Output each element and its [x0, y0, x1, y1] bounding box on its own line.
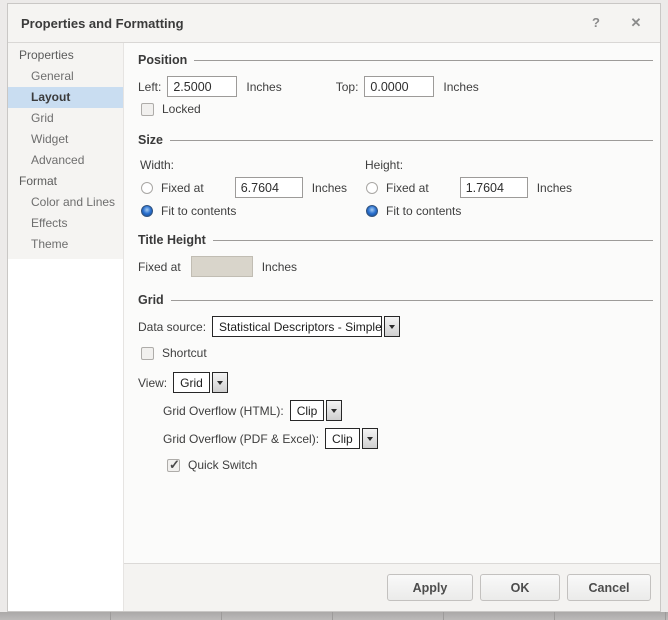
section-divider-line: [171, 300, 653, 301]
sidebar-item-layout[interactable]: Layout: [8, 87, 123, 108]
data-source-value: Statistical Descriptors - Simple: [212, 316, 382, 337]
height-fixed-input[interactable]: [460, 177, 528, 198]
titlebar-actions: ? ✕: [588, 15, 660, 31]
sidebar-item-effects[interactable]: Effects: [8, 213, 123, 234]
sidebar-item-general[interactable]: General: [8, 66, 123, 87]
width-fit-to-contents-radio[interactable]: [141, 205, 153, 217]
height-label: Height:: [365, 158, 572, 172]
left-unit-label: Inches: [246, 80, 281, 94]
sidebar-item-widget[interactable]: Widget: [8, 129, 123, 150]
left-label: Left:: [138, 80, 161, 94]
size-section-header: Size: [138, 133, 653, 147]
section-divider-line: [194, 60, 653, 61]
title-height-section-header: Title Height: [138, 233, 653, 247]
width-fit-to-contents-label: Fit to contents: [161, 204, 236, 218]
title-height-unit-label: Inches: [262, 260, 297, 274]
title-height-fixed-label: Fixed at: [138, 260, 181, 274]
dropdown-arrow-button[interactable]: [362, 428, 378, 449]
sidebar-item-grid[interactable]: Grid: [8, 108, 123, 129]
top-label: Top:: [336, 80, 359, 94]
locked-checkbox[interactable]: [141, 103, 154, 116]
width-fixed-input[interactable]: [235, 177, 303, 198]
dropdown-arrow-button[interactable]: [212, 372, 228, 393]
sidebar-item-theme[interactable]: Theme: [8, 234, 123, 255]
height-fit-to-contents-label: Fit to contents: [386, 204, 461, 218]
height-unit-label: Inches: [537, 181, 572, 195]
background-app-bar: [0, 612, 668, 620]
sidebar-section-properties: Properties: [8, 45, 123, 66]
data-source-dropdown[interactable]: Statistical Descriptors - Simple: [212, 316, 400, 337]
size-section-title: Size: [138, 133, 163, 147]
view-dropdown[interactable]: Grid: [173, 372, 228, 393]
section-divider-line: [170, 140, 653, 141]
view-label: View:: [138, 376, 167, 390]
dialog-titlebar: Properties and Formatting ? ✕: [8, 4, 660, 43]
quick-switch-checkbox[interactable]: [167, 459, 180, 472]
dropdown-arrow-icon: [331, 409, 337, 413]
width-unit-label: Inches: [312, 181, 347, 195]
dropdown-arrow-icon: [217, 381, 223, 385]
sidebar-item-advanced[interactable]: Advanced: [8, 150, 123, 171]
height-fixed-label: Fixed at: [386, 181, 429, 195]
grid-section-header: Grid: [138, 293, 653, 307]
grid-overflow-pdf-excel-value: Clip: [325, 428, 360, 449]
grid-overflow-html-value: Clip: [290, 400, 325, 421]
dropdown-arrow-icon: [367, 437, 373, 441]
left-input[interactable]: [167, 76, 237, 97]
shortcut-label: Shortcut: [162, 346, 207, 360]
layout-panel: Position Left: Inches Top: Inches Locked: [124, 43, 660, 563]
grid-overflow-pdf-excel-label: Grid Overflow (PDF & Excel):: [163, 432, 319, 446]
data-source-label: Data source:: [138, 320, 206, 334]
dropdown-arrow-button[interactable]: [326, 400, 342, 421]
quick-switch-label: Quick Switch: [188, 458, 257, 472]
section-divider-line: [213, 240, 653, 241]
top-input[interactable]: [364, 76, 434, 97]
dropdown-arrow-icon: [389, 325, 395, 329]
width-label: Width:: [140, 158, 363, 172]
sidebar: Properties General Layout Grid Widget Ad…: [8, 43, 124, 611]
sidebar-nav: Properties General Layout Grid Widget Ad…: [8, 43, 123, 259]
height-fixed-radio[interactable]: [366, 182, 378, 194]
sidebar-section-format: Format: [8, 171, 123, 192]
shortcut-checkbox[interactable]: [141, 347, 154, 360]
apply-button[interactable]: Apply: [387, 574, 473, 601]
grid-overflow-html-label: Grid Overflow (HTML):: [163, 404, 284, 418]
position-section-header: Position: [138, 53, 653, 67]
dialog-footer: Apply OK Cancel: [124, 563, 660, 611]
cancel-button[interactable]: Cancel: [567, 574, 651, 601]
dropdown-arrow-button[interactable]: [384, 316, 400, 337]
ok-button[interactable]: OK: [480, 574, 560, 601]
view-value: Grid: [173, 372, 210, 393]
width-fixed-radio[interactable]: [141, 182, 153, 194]
close-icon[interactable]: ✕: [628, 15, 644, 31]
dialog-title: Properties and Formatting: [8, 16, 184, 31]
grid-overflow-pdf-excel-dropdown[interactable]: Clip: [325, 428, 378, 449]
sidebar-item-color-and-lines[interactable]: Color and Lines: [8, 192, 123, 213]
width-fixed-label: Fixed at: [161, 181, 204, 195]
grid-section-title: Grid: [138, 293, 164, 307]
position-section-title: Position: [138, 53, 187, 67]
help-icon[interactable]: ?: [588, 15, 604, 31]
top-unit-label: Inches: [443, 80, 478, 94]
title-height-input: [191, 256, 253, 277]
grid-overflow-html-dropdown[interactable]: Clip: [290, 400, 343, 421]
properties-and-formatting-dialog: Properties and Formatting ? ✕ Properties…: [7, 3, 661, 612]
title-height-section-title: Title Height: [138, 233, 206, 247]
locked-label: Locked: [162, 102, 201, 116]
height-fit-to-contents-radio[interactable]: [366, 205, 378, 217]
